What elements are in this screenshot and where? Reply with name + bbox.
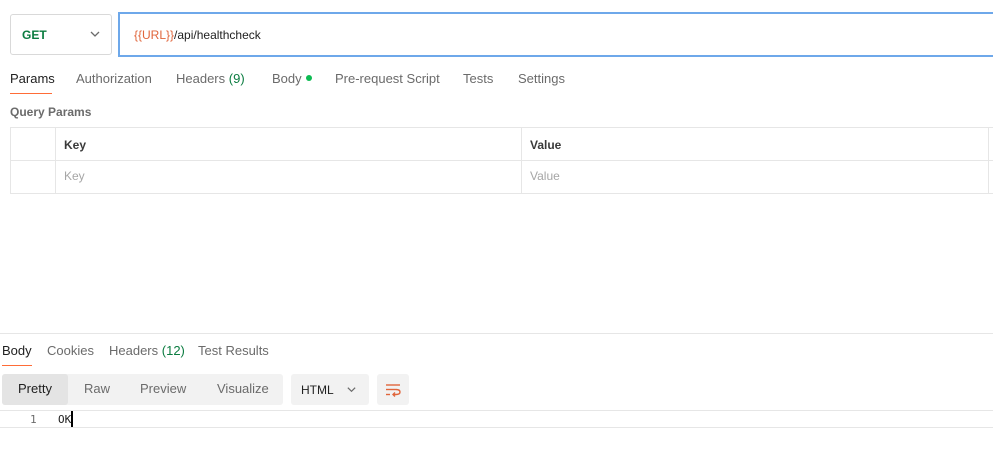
tab-tests[interactable]: Tests — [463, 71, 493, 86]
response-tab-headers-count: (12) — [161, 343, 185, 358]
chevron-down-icon — [347, 387, 356, 393]
response-body-text[interactable]: OK — [58, 413, 71, 426]
table-divider — [10, 160, 993, 161]
tab-headers-count: (9) — [228, 71, 245, 86]
method-select[interactable]: GET — [10, 14, 112, 55]
response-tab-cookies[interactable]: Cookies — [47, 343, 94, 358]
tab-params[interactable]: Params — [10, 71, 55, 86]
url-input[interactable]: {{URL}}/api/healthcheck — [118, 12, 993, 57]
tab-body[interactable]: Body — [272, 71, 312, 86]
active-tab-indicator — [2, 365, 32, 366]
chevron-down-icon — [90, 31, 100, 37]
url-variable: {{URL}} — [134, 27, 175, 42]
tab-settings[interactable]: Settings — [518, 71, 565, 86]
format-pretty-button[interactable]: Pretty — [18, 381, 52, 396]
url-path: /api/healthcheck — [174, 27, 261, 42]
param-key-input[interactable]: Key — [64, 169, 85, 183]
line-number: 1 — [30, 413, 37, 426]
param-value-input[interactable]: Value — [530, 169, 560, 183]
query-params-title: Query Params — [10, 105, 92, 119]
method-label: GET — [22, 27, 47, 42]
format-preview-button[interactable]: Preview — [140, 381, 186, 396]
response-body-border — [0, 410, 993, 411]
tab-headers-label: Headers — [176, 71, 226, 86]
table-divider — [55, 127, 56, 194]
response-tab-headers-label: Headers — [109, 343, 159, 358]
language-select[interactable]: HTML — [291, 374, 369, 405]
tab-body-label: Body — [272, 71, 302, 86]
response-body-border — [0, 427, 993, 428]
table-divider — [988, 127, 989, 194]
format-raw-button[interactable]: Raw — [84, 381, 110, 396]
body-indicator-dot — [305, 75, 312, 81]
column-header-value: Value — [530, 138, 562, 152]
response-tab-body[interactable]: Body — [2, 343, 32, 358]
language-label: HTML — [301, 382, 334, 397]
response-divider[interactable] — [0, 333, 993, 334]
format-visualize-button[interactable]: Visualize — [217, 381, 269, 396]
text-cursor — [71, 411, 73, 427]
wrap-lines-icon — [386, 383, 401, 397]
response-tab-headers[interactable]: Headers (12) — [109, 343, 185, 358]
tab-authorization[interactable]: Authorization — [76, 71, 152, 86]
wrap-lines-button[interactable] — [377, 374, 409, 405]
tab-headers[interactable]: Headers (9) — [176, 71, 245, 86]
tab-pre-request-script[interactable]: Pre-request Script — [335, 71, 440, 86]
response-tab-test-results[interactable]: Test Results — [198, 343, 269, 358]
table-divider — [521, 127, 522, 194]
column-header-key: Key — [64, 138, 87, 152]
active-tab-indicator — [10, 93, 52, 94]
